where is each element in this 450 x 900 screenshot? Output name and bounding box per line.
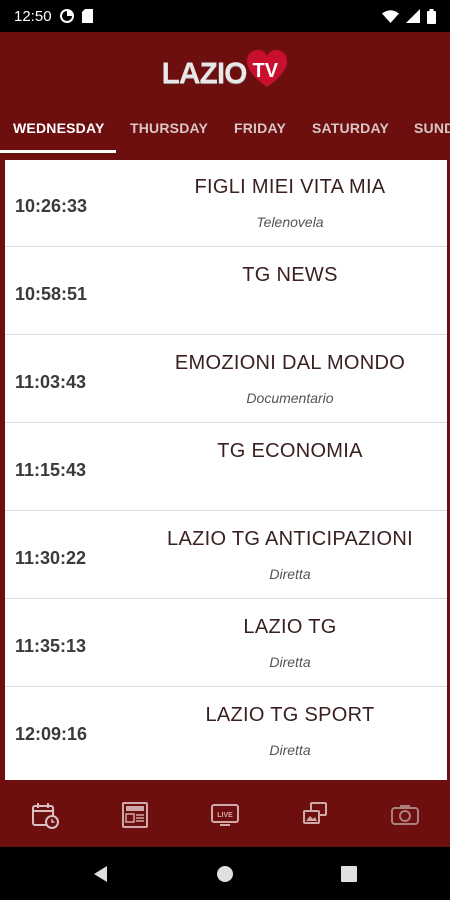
schedule-item[interactable]: 10:58:51 TG NEWS — [5, 248, 447, 335]
program-time: 10:58:51 — [15, 283, 88, 304]
program-title: EMOZIONI DAL MONDO — [174, 352, 406, 374]
program-time: 11:30:22 — [15, 547, 87, 568]
program-title: TG ECONOMIA — [217, 440, 363, 462]
status-time: 12:50 — [14, 7, 52, 25]
program-title: LAZIO TG SPORT — [205, 704, 375, 726]
signal-icon — [406, 9, 420, 23]
program-time: 11:15:43 — [15, 459, 87, 480]
program-title: TG NEWS — [242, 264, 338, 286]
tab-wednesday[interactable]: WEDNESDAY — [13, 102, 105, 154]
schedule-item[interactable]: 11:30:22 LAZIO TG ANTICIPAZIONI Diretta — [5, 512, 447, 599]
schedule-item[interactable]: 12:09:16 LAZIO TG SPORT Diretta — [5, 688, 447, 775]
program-title: LAZIO TG ANTICIPAZIONI — [167, 528, 413, 550]
program-genre: Telenovela — [256, 214, 324, 230]
tab-sunday[interactable]: SUND — [414, 102, 450, 154]
lazio-tv-logo: LAZIO TV — [162, 45, 289, 89]
wifi-icon — [382, 9, 399, 23]
program-genre: Diretta — [269, 742, 311, 758]
tab-saturday[interactable]: SATURDAY — [312, 102, 389, 154]
schedule-item[interactable]: 11:03:43 EMOZIONI DAL MONDO Documentario — [5, 336, 447, 423]
calendar-schedule-icon[interactable] — [0, 783, 90, 847]
schedule-item[interactable]: 11:15:43 TG ECONOMIA — [5, 424, 447, 511]
program-genre: Diretta — [269, 654, 311, 670]
news-icon[interactable] — [90, 783, 180, 847]
tab-thursday[interactable]: THURSDAY — [130, 102, 208, 154]
program-title: FIGLI MIEI VITA MIA — [194, 176, 386, 198]
day-tabs: WEDNESDAY THURSDAY FRIDAY SATURDAY SUND — [0, 102, 450, 154]
recents-icon[interactable] — [287, 847, 411, 900]
data-saver-icon — [59, 9, 74, 23]
battery-icon — [427, 8, 436, 24]
program-time: 11:03:43 — [15, 371, 87, 392]
logo-badge: TV — [252, 60, 279, 82]
home-icon[interactable] — [163, 847, 287, 900]
heart-icon: TV — [245, 49, 289, 89]
svg-text:LIVE: LIVE — [217, 812, 233, 819]
program-genre: Documentario — [246, 390, 334, 406]
back-icon[interactable] — [39, 847, 163, 900]
logo-text: LAZIO — [161, 57, 248, 90]
program-title: LAZIO TG — [243, 616, 337, 638]
program-genre: Diretta — [269, 566, 311, 582]
bottom-navigation: LIVE — [0, 783, 450, 847]
sim-card-icon — [81, 9, 93, 23]
status-bar: 12:50 — [0, 0, 450, 32]
program-time: 11:35:13 — [15, 635, 87, 656]
schedule-item[interactable]: 10:26:33 FIGLI MIEI VITA MIA Telenovela — [5, 160, 447, 247]
active-tab-indicator — [0, 150, 116, 153]
schedule-item[interactable]: 11:35:13 LAZIO TG Diretta — [5, 600, 447, 687]
program-time: 10:26:33 — [15, 195, 88, 216]
camera-icon[interactable] — [360, 783, 450, 847]
app-header: LAZIO TV — [0, 32, 450, 102]
schedule-list[interactable]: 10:26:33 FIGLI MIEI VITA MIA Telenovela … — [5, 160, 447, 780]
system-navigation-bar — [0, 847, 450, 900]
gallery-icon[interactable] — [270, 783, 360, 847]
live-tv-icon[interactable]: LIVE — [180, 783, 270, 847]
program-time: 12:09:16 — [15, 723, 88, 744]
tab-friday[interactable]: FRIDAY — [234, 102, 286, 154]
